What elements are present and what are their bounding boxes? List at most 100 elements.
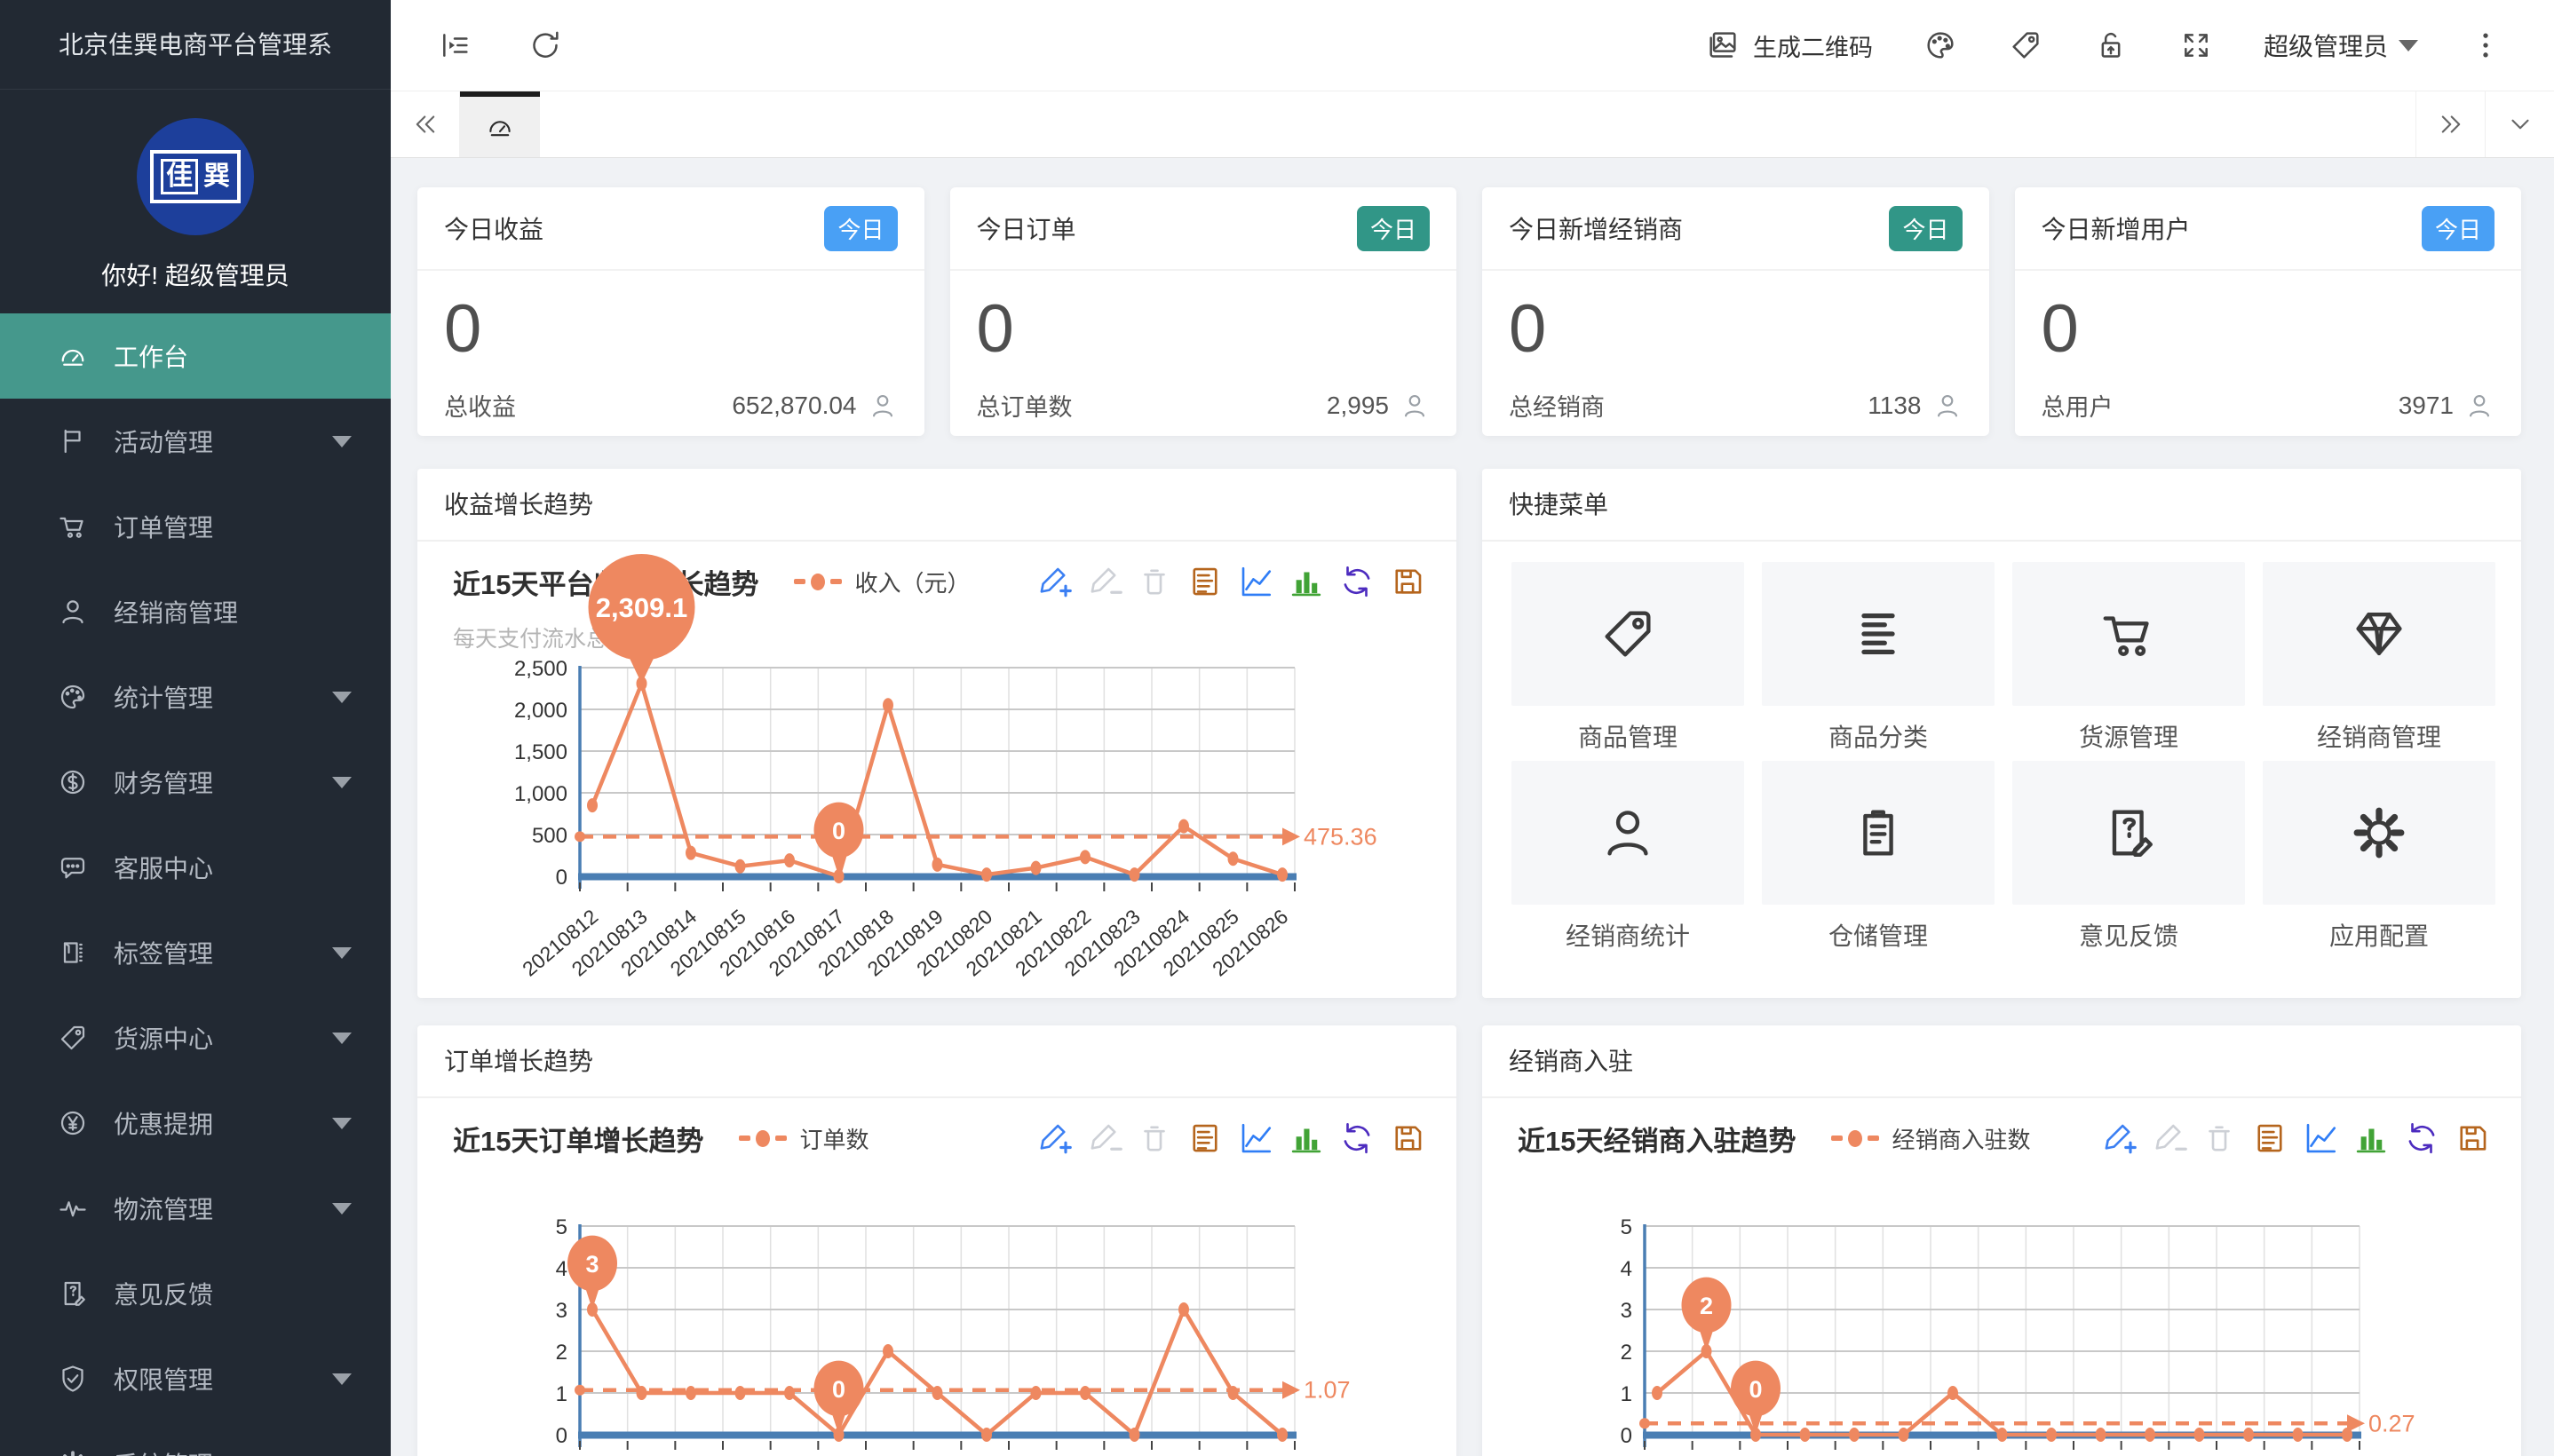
profile-section: 佳 巽 你好! 超级管理员 xyxy=(0,90,391,292)
chart-title: 近15天订单增长趋势 xyxy=(453,1119,703,1159)
bar-chart-icon[interactable] xyxy=(1288,563,1325,600)
restore-icon[interactable] xyxy=(1338,1120,1376,1157)
edit-add-icon[interactable] xyxy=(2099,1120,2137,1157)
user-dropdown[interactable]: 超级管理员 xyxy=(2264,28,2418,63)
sidebar-item-feedback[interactable]: 意见反馈 xyxy=(0,1251,391,1336)
data-pin: 3 xyxy=(567,1236,617,1310)
stat-card-title: 今日收益 xyxy=(444,210,543,246)
quick-menu-item[interactable]: 应用配置 xyxy=(2263,761,2495,947)
svg-text:1: 1 xyxy=(556,1382,567,1406)
quick-menu-item[interactable]: 商品分类 xyxy=(1762,562,1995,748)
edit-remove-icon[interactable] xyxy=(1085,1120,1122,1157)
image-stack-icon xyxy=(1705,28,1741,63)
collapse-menu-icon[interactable] xyxy=(437,28,472,63)
chevron-down-icon xyxy=(332,436,352,447)
user-icon xyxy=(57,596,89,628)
refresh-icon[interactable] xyxy=(527,28,563,63)
quick-menu-item[interactable]: 经销商统计 xyxy=(1511,761,1744,947)
tab-dashboard[interactable] xyxy=(460,91,540,157)
sidebar-item-dealers[interactable]: 经销商管理 xyxy=(0,569,391,654)
svg-text:1: 1 xyxy=(1621,1382,1632,1406)
legend-marker xyxy=(775,1136,787,1141)
bar-chart-icon[interactable] xyxy=(1288,1120,1325,1157)
sidebar-item-labels[interactable]: 标签管理 xyxy=(0,910,391,995)
palette-icon[interactable] xyxy=(1923,28,1958,63)
stat-card-title: 今日新增用户 xyxy=(2042,210,2191,246)
chevron-down-icon xyxy=(332,1033,352,1044)
line-chart-icon[interactable] xyxy=(1237,1120,1274,1157)
diamond-icon xyxy=(2263,562,2495,706)
generate-qr-button[interactable]: 生成二维码 xyxy=(1705,28,1873,63)
lock-icon[interactable] xyxy=(2093,28,2129,63)
quick-menu-item[interactable]: 货源管理 xyxy=(2012,562,2245,748)
delete-icon[interactable] xyxy=(1136,563,1173,600)
restore-icon[interactable] xyxy=(1338,563,1376,600)
stat-card-title: 今日订单 xyxy=(977,210,1076,246)
tag-icon[interactable] xyxy=(2008,28,2043,63)
sidebar-item-label: 货源中心 xyxy=(114,1020,213,1056)
sidebar-item-service[interactable]: 客服中心 xyxy=(0,825,391,910)
sidebar-item-logistics[interactable]: 物流管理 xyxy=(0,1166,391,1251)
svg-text:0: 0 xyxy=(556,866,567,890)
bar-chart-icon[interactable] xyxy=(2352,1120,2390,1157)
generate-qr-label: 生成二维码 xyxy=(1753,28,1873,63)
delete-icon[interactable] xyxy=(2201,1120,2238,1157)
stat-card-footer: 总订单数2,995 xyxy=(950,388,1457,423)
pricetag-icon xyxy=(57,1022,89,1054)
sidebar-item-finance[interactable]: 财务管理 xyxy=(0,740,391,825)
stat-total-right: 3971 xyxy=(2399,391,2495,421)
quick-menu-label: 货源管理 xyxy=(2012,718,2245,748)
svg-text:5: 5 xyxy=(556,1215,567,1239)
sidebar-item-discount[interactable]: 优惠提拥 xyxy=(0,1080,391,1166)
fullscreen-icon[interactable] xyxy=(2178,28,2214,63)
panel-order-trend: 订单增长趋势近15天订单增长趋势订单数012345202108122021081… xyxy=(417,1025,1456,1456)
line-chart-icon[interactable] xyxy=(1237,563,1274,600)
quick-menu-item[interactable]: 仓储管理 xyxy=(1762,761,1995,947)
edit-add-icon[interactable] xyxy=(1035,1120,1072,1157)
listlines-icon xyxy=(1762,562,1995,706)
chart-legend[interactable]: 经销商入驻数 xyxy=(1831,1122,2030,1155)
quick-menu-item[interactable]: 意见反馈 xyxy=(2012,761,2245,947)
panel-title: 经销商入驻 xyxy=(1482,1025,2521,1098)
edit-add-icon[interactable] xyxy=(1035,563,1072,600)
quick-menu-item[interactable]: 经销商管理 xyxy=(2263,562,2495,748)
chart-legend[interactable]: 订单数 xyxy=(739,1122,869,1155)
sidebar-item-orders[interactable]: 订单管理 xyxy=(0,484,391,569)
labelbook-icon xyxy=(57,937,89,969)
line-chart-icon[interactable] xyxy=(2302,1120,2339,1157)
restore-icon[interactable] xyxy=(2403,1120,2440,1157)
data-view-icon[interactable] xyxy=(2251,1120,2288,1157)
save-icon[interactable] xyxy=(2454,1120,2491,1157)
svg-text:3: 3 xyxy=(1621,1299,1632,1323)
save-icon[interactable] xyxy=(1389,1120,1426,1157)
tabs-scroll-left-button[interactable] xyxy=(391,91,460,157)
kebab-menu-icon[interactable] xyxy=(2468,28,2503,63)
svg-text:0.27: 0.27 xyxy=(2368,1410,2415,1436)
sidebar-item-workbench[interactable]: 工作台 xyxy=(0,313,391,399)
svg-text:1.07: 1.07 xyxy=(1304,1377,1351,1404)
quick-menu-item[interactable]: 商品管理 xyxy=(1511,562,1744,748)
data-view-icon[interactable] xyxy=(1186,563,1224,600)
chart-legend[interactable]: 收入（元） xyxy=(794,566,970,598)
stat-card-footer: 总经销商1138 xyxy=(1482,388,1989,423)
sidebar-item-supply[interactable]: 货源中心 xyxy=(0,995,391,1080)
edit-remove-icon[interactable] xyxy=(2150,1120,2187,1157)
stat-card-header: 今日新增用户今日 xyxy=(2015,187,2522,271)
save-icon[interactable] xyxy=(1389,563,1426,600)
tabs-menu-button[interactable] xyxy=(2485,91,2554,157)
sidebar-item-system[interactable]: 系统管理 xyxy=(0,1421,391,1456)
stat-card-header: 今日订单今日 xyxy=(950,187,1457,271)
chart-subtitle: 每天支付流水总量 xyxy=(417,621,1456,657)
data-view-icon[interactable] xyxy=(1186,1120,1224,1157)
svg-text:2: 2 xyxy=(1621,1341,1632,1365)
sidebar-item-activity[interactable]: 活动管理 xyxy=(0,399,391,484)
today-badge: 今日 xyxy=(824,206,897,251)
panel-title: 订单增长趋势 xyxy=(417,1025,1456,1098)
shield-icon xyxy=(57,1363,89,1395)
edit-remove-icon[interactable] xyxy=(1085,563,1122,600)
sidebar-item-stats[interactable]: 统计管理 xyxy=(0,654,391,740)
quick-menu-label: 经销商统计 xyxy=(1511,917,1744,947)
sidebar-item-permission[interactable]: 权限管理 xyxy=(0,1336,391,1421)
delete-icon[interactable] xyxy=(1136,1120,1173,1157)
tabs-scroll-right-button[interactable] xyxy=(2415,91,2485,157)
